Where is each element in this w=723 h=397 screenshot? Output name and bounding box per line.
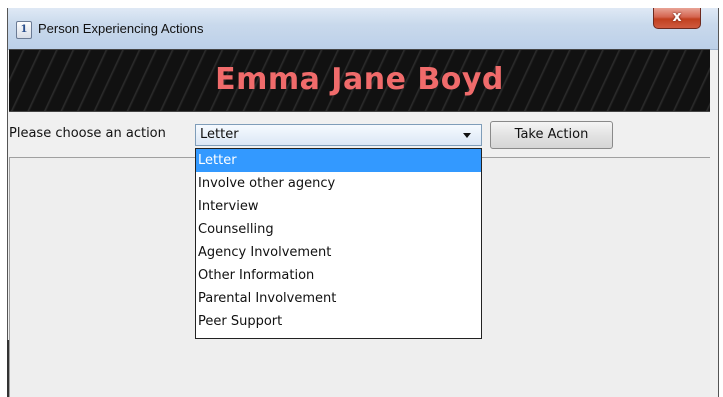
dropdown-option-parental-involvement[interactable]: Parental Involvement	[196, 287, 481, 310]
dropdown-option-interview[interactable]: Interview	[196, 195, 481, 218]
chevron-down-icon[interactable]	[463, 133, 471, 138]
window-left-edge	[7, 340, 9, 397]
person-name-banner: Emma Jane Boyd	[9, 49, 710, 112]
choose-action-label: Please choose an action	[9, 126, 166, 141]
dropdown-option-other-information[interactable]: Other Information	[196, 264, 481, 287]
dropdown-option-counselling[interactable]: Counselling	[196, 218, 481, 241]
window-title: Person Experiencing Actions	[38, 21, 204, 36]
close-button[interactable]: x	[653, 8, 701, 29]
dropdown-option-involve-other-agency[interactable]: Involve other agency	[196, 172, 481, 195]
action-dropdown-list: Letter Involve other agency Interview Co…	[195, 148, 482, 339]
dropdown-option-agency-involvement[interactable]: Agency Involvement	[196, 241, 481, 264]
close-icon: x	[672, 9, 682, 25]
dropdown-option-letter[interactable]: Letter	[196, 149, 481, 172]
person-name: Emma Jane Boyd	[215, 62, 504, 97]
action-select-value: Letter	[200, 127, 239, 142]
action-select[interactable]: Letter	[195, 124, 482, 146]
take-action-button[interactable]: Take Action	[490, 121, 613, 149]
title-bar[interactable]: 1 Person Experiencing Actions x	[8, 8, 718, 50]
app-icon: 1	[16, 21, 32, 39]
dropdown-option-peer-support[interactable]: Peer Support	[196, 310, 481, 333]
